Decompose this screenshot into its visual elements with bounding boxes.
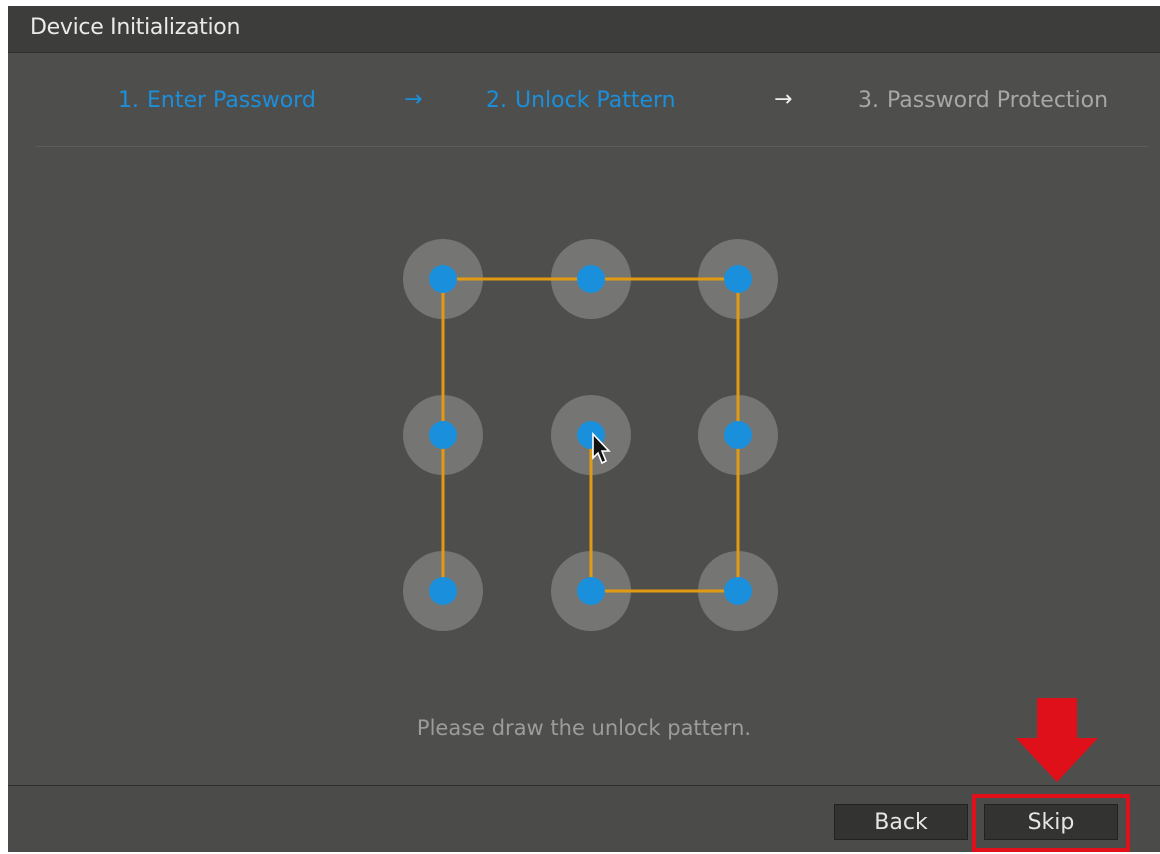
pattern-dot-6 [724, 421, 752, 449]
skip-highlight-box [972, 794, 1130, 852]
pattern-dot-8 [577, 577, 605, 605]
instruction-text: Please draw the unlock pattern. [416, 716, 752, 740]
pattern-dot-3 [724, 265, 752, 293]
back-button[interactable]: Back [834, 804, 968, 840]
pattern-dot-9 [724, 577, 752, 605]
down-arrow-icon [1016, 698, 1098, 782]
pattern-dot-2 [577, 265, 605, 293]
pattern-dot-4 [429, 421, 457, 449]
pattern-dot-7 [429, 577, 457, 605]
pattern-dot-1 [429, 265, 457, 293]
unlock-pattern-grid[interactable] [8, 6, 1160, 706]
device-initialization-window: Device Initialization 1. Enter Password →… [8, 6, 1160, 852]
